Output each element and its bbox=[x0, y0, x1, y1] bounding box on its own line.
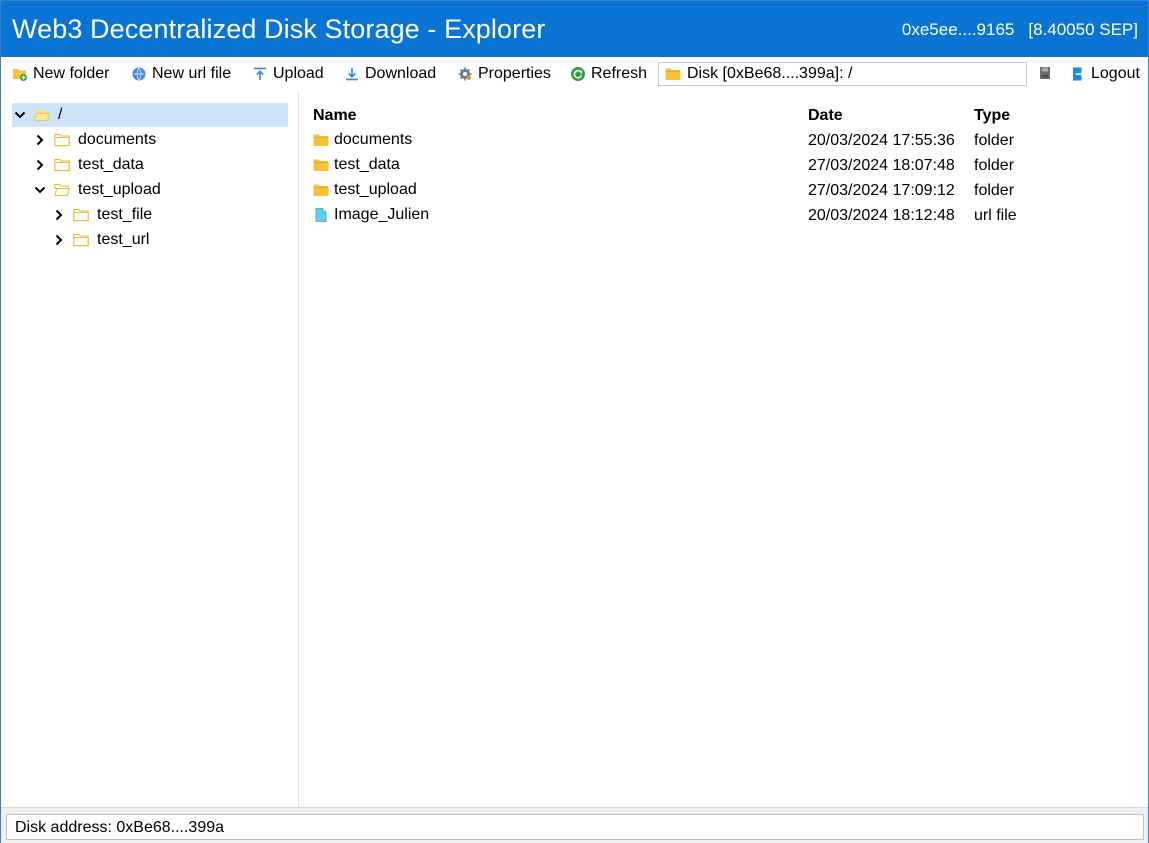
file-type: folder bbox=[974, 182, 1015, 199]
url-file-icon bbox=[315, 208, 327, 222]
path-field[interactable]: Disk [0xBe68....399a]: / bbox=[658, 62, 1027, 86]
file-name: Image_Julien bbox=[334, 206, 430, 223]
folder-icon bbox=[313, 184, 329, 196]
file-date: 20/03/2024 17:55:36 bbox=[808, 132, 955, 149]
chevron-right-icon[interactable] bbox=[34, 134, 46, 146]
properties-label: Properties bbox=[478, 65, 551, 82]
tree-item-test-file[interactable]: test_file bbox=[53, 203, 152, 227]
tree-item-label: documents bbox=[78, 131, 157, 148]
name-cell: test_data bbox=[313, 156, 400, 174]
new-folder-button[interactable]: New folder bbox=[12, 64, 109, 84]
tree-item-label: test_url bbox=[97, 231, 150, 248]
file-row-image-julien[interactable]: Image_Julien 20/03/2024 18:12:48 url fil… bbox=[300, 204, 1148, 228]
folder-outline-icon bbox=[73, 233, 89, 247]
account-balance: [8.40050 SEP] bbox=[1028, 20, 1138, 39]
tree-item-label: test_upload bbox=[78, 181, 161, 198]
title-bar: Web3 Decentralized Disk Storage - Explor… bbox=[1, 1, 1148, 57]
file-type: url file bbox=[974, 207, 1017, 224]
folder-outline-icon bbox=[54, 133, 70, 147]
logout-icon bbox=[1073, 67, 1086, 81]
properties-icon bbox=[458, 67, 472, 81]
folder-icon bbox=[313, 159, 329, 171]
tree-item-root[interactable]: / bbox=[12, 103, 288, 127]
tree-item-test-url[interactable]: test_url bbox=[53, 228, 149, 252]
file-date: 27/03/2024 18:07:48 bbox=[808, 157, 955, 174]
logout-button[interactable]: Logout bbox=[1070, 64, 1140, 84]
chevron-right-icon[interactable] bbox=[53, 234, 65, 246]
chevron-right-icon[interactable] bbox=[53, 209, 65, 221]
new-url-file-button[interactable]: New url file bbox=[131, 64, 231, 84]
tree-item-label: / bbox=[58, 106, 63, 123]
chevron-down-icon[interactable] bbox=[14, 109, 26, 121]
disk-icon[interactable] bbox=[1038, 66, 1052, 80]
tree-item-test-upload[interactable]: test_upload bbox=[34, 178, 161, 202]
tree-item-label: test_data bbox=[78, 156, 144, 173]
file-date: 20/03/2024 18:12:48 bbox=[808, 207, 955, 224]
file-name: test_data bbox=[334, 156, 400, 173]
download-icon bbox=[346, 68, 358, 81]
chevron-right-icon[interactable] bbox=[34, 159, 46, 171]
file-row-test-upload[interactable]: test_upload 27/03/2024 17:09:12 folder bbox=[300, 179, 1148, 203]
file-list: Name Date Type documents 20/03/2024 17:5… bbox=[300, 91, 1148, 807]
status-bar: Disk address: 0xBe68....399a bbox=[1, 807, 1148, 843]
new-folder-icon bbox=[13, 69, 27, 81]
file-type: folder bbox=[974, 132, 1015, 149]
new-url-file-label: New url file bbox=[152, 65, 232, 82]
path-text: Disk [0xBe68....399a]: / bbox=[687, 65, 853, 82]
account-info: 0xe5ee....9165 [8.40050 SEP] bbox=[902, 20, 1138, 40]
open-folder-icon bbox=[34, 109, 50, 121]
folder-outline-icon bbox=[73, 208, 89, 222]
logout-label: Logout bbox=[1091, 65, 1140, 82]
upload-button[interactable]: Upload bbox=[252, 64, 324, 84]
explorer-window: Web3 Decentralized Disk Storage - Explor… bbox=[0, 0, 1149, 843]
column-header-type[interactable]: Type bbox=[974, 107, 1010, 125]
name-cell: test_upload bbox=[313, 181, 417, 199]
folder-tree: / documents test_data test_upload test_f… bbox=[1, 91, 299, 807]
download-button[interactable]: Download bbox=[344, 64, 436, 84]
file-name: test_upload bbox=[334, 181, 417, 198]
open-folder-icon bbox=[54, 184, 70, 196]
new-folder-label: New folder bbox=[33, 65, 110, 82]
download-label: Download bbox=[365, 65, 437, 82]
upload-label: Upload bbox=[273, 65, 324, 82]
tree-item-documents[interactable]: documents bbox=[34, 128, 156, 152]
folder-icon bbox=[665, 68, 681, 80]
folder-icon bbox=[313, 134, 329, 146]
window-title: Web3 Decentralized Disk Storage - Explor… bbox=[12, 14, 546, 44]
tree-item-label: test_file bbox=[97, 206, 153, 223]
refresh-button[interactable]: Refresh bbox=[570, 64, 647, 84]
file-date: 27/03/2024 17:09:12 bbox=[808, 182, 955, 199]
disk-address-status: Disk address: 0xBe68....399a bbox=[6, 814, 1144, 840]
file-type: folder bbox=[974, 157, 1015, 174]
account-address: 0xe5ee....9165 bbox=[901, 20, 1015, 39]
refresh-icon bbox=[571, 67, 585, 81]
properties-button[interactable]: Properties bbox=[457, 64, 551, 84]
chevron-down-icon[interactable] bbox=[34, 184, 46, 196]
file-row-documents[interactable]: documents 20/03/2024 17:55:36 folder bbox=[300, 129, 1148, 153]
file-row-test-data[interactable]: test_data 27/03/2024 18:07:48 folder bbox=[300, 154, 1148, 178]
refresh-label: Refresh bbox=[591, 65, 648, 82]
toolbar: New folder New url file Upload Download bbox=[1, 57, 1148, 91]
tree-item-test-data[interactable]: test_data bbox=[34, 153, 144, 177]
url-globe-icon bbox=[132, 67, 146, 81]
name-cell: Image_Julien bbox=[313, 206, 429, 224]
column-header-name[interactable]: Name bbox=[313, 107, 357, 125]
folder-outline-icon bbox=[54, 158, 70, 172]
column-header-date[interactable]: Date bbox=[808, 107, 843, 125]
file-name: documents bbox=[334, 131, 413, 148]
name-cell: documents bbox=[313, 131, 412, 149]
upload-icon bbox=[254, 67, 266, 80]
